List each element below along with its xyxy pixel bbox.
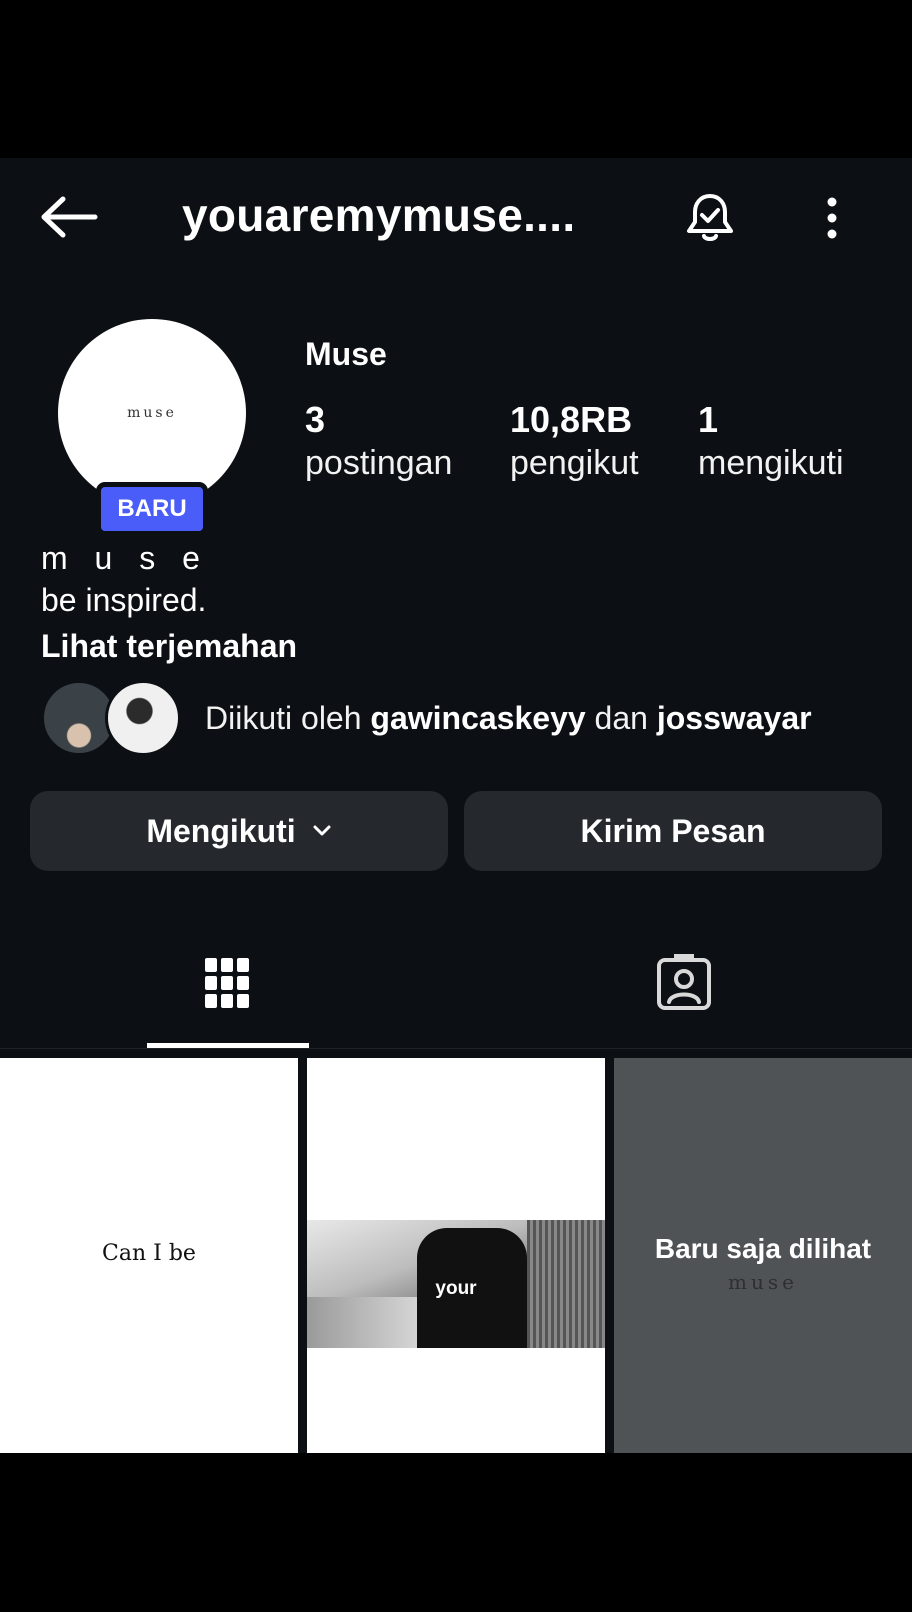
- stat-following-value: 1: [698, 399, 719, 440]
- post-text: Can I be: [102, 1241, 196, 1266]
- tagged-person-icon: [657, 954, 711, 1010]
- new-badge: BARU: [96, 482, 208, 536]
- tab-divider: [0, 1048, 912, 1049]
- avatar-logo-text: muse: [127, 405, 177, 421]
- tab-tagged[interactable]: [604, 928, 764, 1038]
- display-name: Muse: [305, 336, 387, 372]
- profile-screen: youaremymuse.... muse BARU Muse 3 postin…: [0, 158, 912, 1453]
- see-translation-link[interactable]: Lihat terjemahan: [41, 628, 297, 665]
- status-area: [0, 0, 912, 158]
- stat-followers[interactable]: 10,8RB pengikut: [510, 398, 639, 485]
- arrow-left-icon: [41, 196, 98, 238]
- stat-posts-label: postingan: [305, 444, 453, 483]
- notification-bell-check-icon: [687, 194, 733, 241]
- mutual-followers[interactable]: Diikuti oleh gawincaskeyy dan josswayar: [41, 680, 901, 756]
- bio-line-2: be inspired.: [41, 582, 207, 618]
- post-thumbnail[interactable]: Baru saja dilihat muse: [614, 1058, 912, 1453]
- following-button[interactable]: Mengikuti: [30, 791, 448, 871]
- mutual-avatar: [105, 680, 181, 756]
- back-button[interactable]: [38, 192, 100, 242]
- bio-line-1: m u s e: [41, 540, 209, 576]
- stat-posts[interactable]: 3 postingan: [305, 398, 452, 485]
- mutual-user-1: gawincaskeyy: [370, 699, 586, 736]
- send-message-button[interactable]: Kirim Pesan: [464, 791, 882, 871]
- mutual-user-2: josswayar: [656, 699, 812, 736]
- profile-username[interactable]: youaremymuse....: [182, 188, 622, 242]
- followed-by-conjunction: dan: [585, 699, 657, 736]
- more-options-button[interactable]: [812, 188, 852, 248]
- stat-followers-value: 10,8RB: [510, 399, 633, 440]
- vertical-ellipsis-icon: [827, 197, 837, 239]
- recently-viewed-label: Baru saja dilihat: [654, 1233, 872, 1264]
- navigation-area: [0, 1453, 912, 1612]
- grid-icon: [205, 958, 249, 1008]
- followed-by-prefix: Diikuti oleh: [205, 699, 371, 736]
- chevron-down-icon: [312, 824, 332, 838]
- post-thumbnail[interactable]: your: [307, 1058, 605, 1453]
- stat-following[interactable]: 1 mengikuti: [698, 398, 844, 485]
- stat-following-label: mengikuti: [698, 444, 844, 483]
- stat-followers-label: pengikut: [510, 444, 639, 483]
- mutual-followers-text: Diikuti oleh gawincaskeyy dan josswayar: [205, 700, 812, 737]
- tab-posts-grid[interactable]: [147, 928, 307, 1038]
- send-message-label: Kirim Pesan: [580, 812, 766, 849]
- following-button-label: Mengikuti: [146, 812, 296, 849]
- profile-avatar[interactable]: muse: [58, 319, 246, 507]
- post-photo: your: [307, 1220, 605, 1348]
- notifications-button[interactable]: [680, 188, 740, 248]
- post-text: your: [435, 1278, 477, 1299]
- stat-posts-value: 3: [305, 399, 326, 440]
- post-thumbnail[interactable]: Can I be: [0, 1058, 298, 1453]
- recently-viewed-sub: muse: [728, 1270, 798, 1294]
